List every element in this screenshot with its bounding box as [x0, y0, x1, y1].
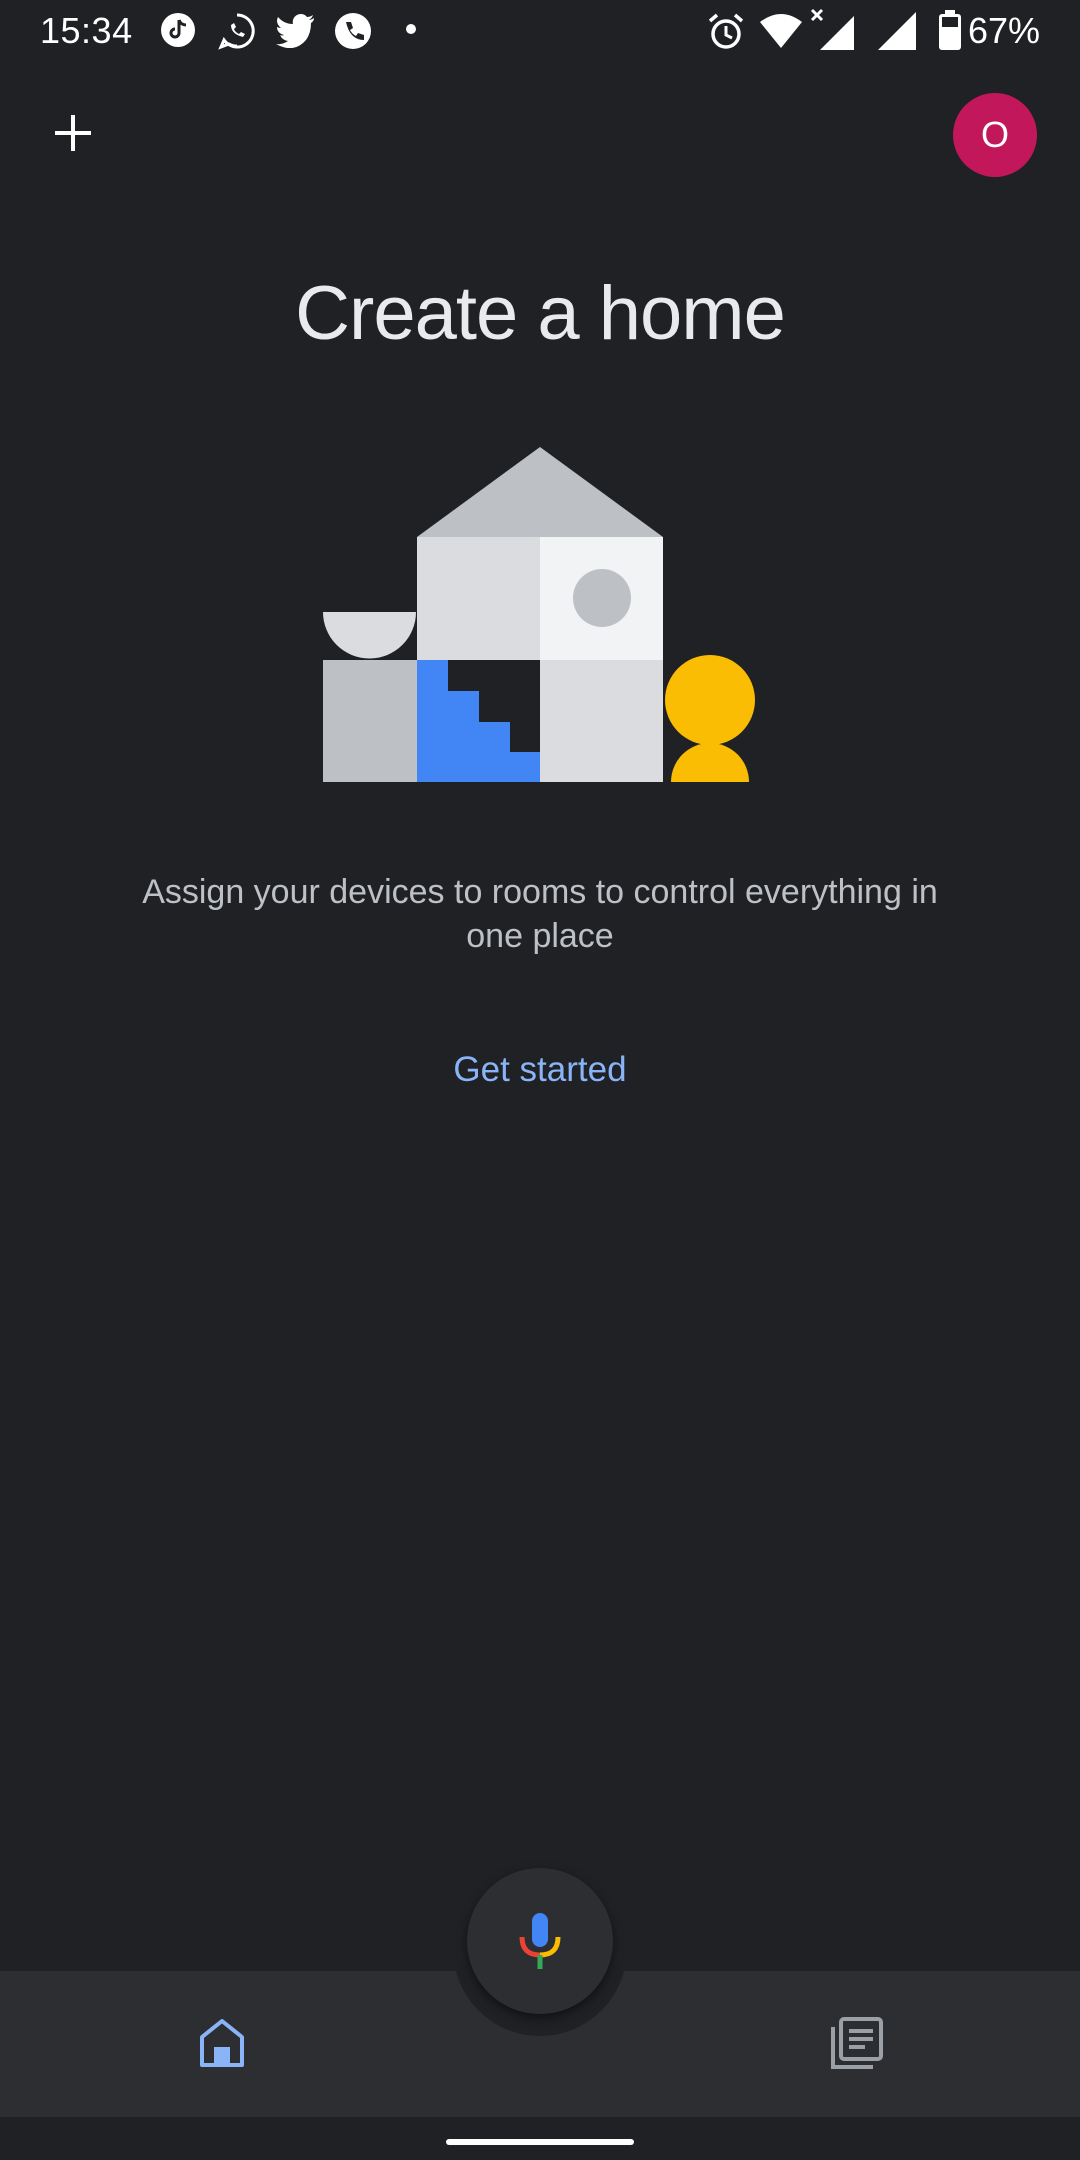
home-illustration [323, 447, 755, 782]
nav-home-tab[interactable] [180, 2005, 264, 2081]
twitter-icon [276, 14, 314, 48]
signal-icon [878, 12, 916, 50]
add-button[interactable] [40, 100, 106, 166]
phone-icon [335, 13, 371, 49]
get-started-button[interactable]: Get started [390, 1040, 690, 1100]
voice-assistant-button[interactable] [467, 1868, 613, 2014]
description-text: Assign your devices to rooms to control … [142, 873, 938, 955]
wifi-icon [760, 14, 802, 48]
battery-icon [939, 10, 961, 50]
tiktok-icon [161, 13, 195, 47]
dot-icon [406, 24, 416, 34]
page-title: Create a home [295, 271, 786, 356]
account-avatar[interactable]: O [953, 93, 1037, 177]
plus-icon [55, 115, 91, 151]
alarm-icon [708, 13, 744, 49]
avatar-initial: O [980, 114, 1009, 155]
status-bar: 15:34 67% [0, 0, 1080, 64]
signal-icon [810, 8, 854, 50]
screen: 15:34 67% O Create a home Assign your de… [0, 0, 1080, 2160]
home-icon [200, 2019, 244, 2067]
status-time: 15:34 [40, 10, 133, 51]
gesture-navigation-bar[interactable] [446, 2139, 634, 2145]
feed-icon [831, 2017, 883, 2069]
whatsapp-icon [218, 13, 255, 50]
microphone-icon [519, 1913, 561, 1969]
nav-feed-tab[interactable] [815, 2005, 899, 2081]
battery-percentage: 67% [967, 10, 1040, 51]
